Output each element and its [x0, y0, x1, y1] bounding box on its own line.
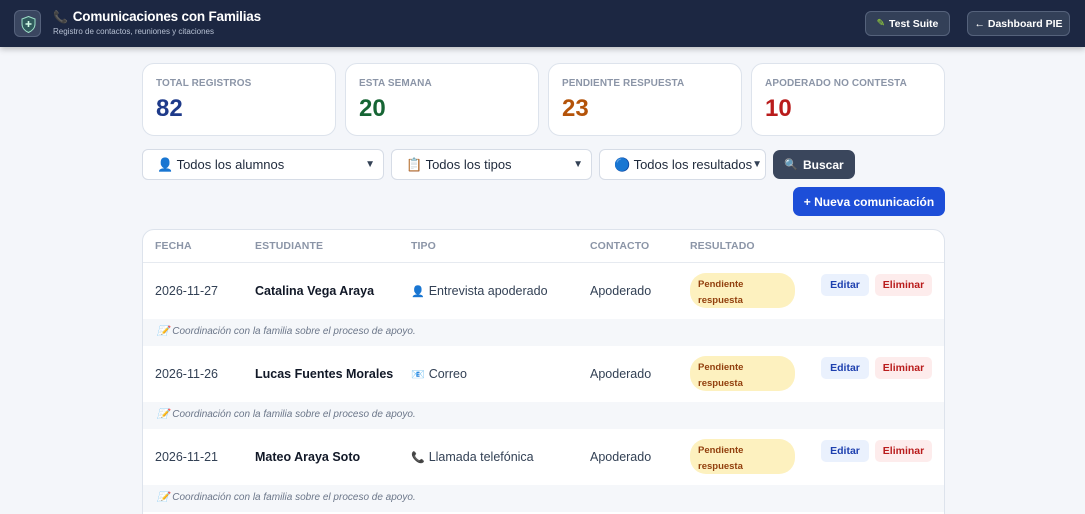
row-student: Catalina Vega Araya [255, 284, 375, 298]
email-icon: 📧 [411, 369, 425, 381]
column-header-result: RESULTADO [690, 240, 755, 252]
communications-table: FECHA ESTUDIANTE TIPO CONTACTO RESULTADO… [142, 229, 945, 514]
top-bar: 📞 Comunicaciones con Familias Registro d… [0, 0, 1085, 47]
column-header-contact: CONTACTO [590, 240, 650, 252]
status-badge-line1: Pendiente [698, 279, 744, 290]
delete-button[interactable]: Eliminar [875, 357, 932, 379]
phone-icon: 📞 [53, 9, 68, 24]
table-row: 2026-11-21 Mateo Araya Soto 📞 Llamada tel… [143, 429, 944, 485]
page-subtitle: Registro de contactos, reuniones y citac… [53, 27, 214, 36]
row-type-label: Correo [428, 367, 467, 381]
stat-label: PENDIENTE RESPUESTA [562, 78, 685, 89]
row-type: 📞 Llamada telefónica [411, 450, 534, 464]
chevron-down-icon: ▼ [365, 159, 375, 170]
student-filter-value: 👤 Todos los alumnos [157, 156, 285, 172]
row-type-label: Llamada telefónica [428, 450, 534, 464]
row-note-text: 📝 Coordinación con la familia sobre el p… [157, 409, 416, 420]
app-logo [14, 10, 41, 37]
page-title-text: Comunicaciones con Familias [72, 9, 261, 24]
test-suite-label: Test Suite [888, 17, 939, 30]
edit-button[interactable]: Editar [821, 440, 869, 462]
row-note-text: 📝 Coordinación con la familia sobre el p… [157, 326, 416, 337]
result-filter-select[interactable]: 🔵 Todos los resultados ▼ [599, 149, 766, 180]
delete-button[interactable]: Eliminar [875, 274, 932, 296]
row-contact: Apoderado [590, 367, 652, 381]
edit-button[interactable]: Editar [821, 357, 869, 379]
status-badge-line2: respuesta [698, 295, 743, 306]
search-button-label: Buscar [803, 157, 844, 172]
pencil-icon: ✎ [876, 18, 885, 29]
row-student: Lucas Fuentes Morales [255, 367, 394, 381]
status-badge-line2: respuesta [698, 461, 743, 472]
type-filter-value: 📋 Todos los tipos [406, 156, 512, 172]
edit-button[interactable]: Editar [821, 274, 869, 296]
shield-icon [21, 16, 36, 33]
test-suite-button[interactable]: ✎ Test Suite [865, 11, 950, 36]
chevron-down-icon: ▼ [752, 159, 762, 170]
status-badge-line2: respuesta [698, 378, 743, 389]
search-icon: 🔍 [784, 159, 798, 171]
result-filter-value: 🔵 Todos los resultados [614, 156, 753, 172]
dashboard-pie-button[interactable]: ← Dashboard PIE [967, 11, 1070, 36]
row-student: Mateo Araya Soto [255, 450, 361, 464]
status-badge: Pendiente respuesta [690, 273, 795, 308]
search-button[interactable]: 🔍 Buscar [773, 150, 855, 179]
stat-label: TOTAL REGISTROS [156, 78, 252, 89]
column-header-type: TIPO [411, 240, 436, 252]
status-badge-line1: Pendiente [698, 362, 744, 373]
row-contact: Apoderado [590, 450, 652, 464]
row-date: 2026-11-27 [155, 284, 219, 298]
column-header-date: FECHA [155, 240, 192, 252]
status-badge: Pendiente respuesta [690, 439, 795, 474]
row-type: 📧 Correo [411, 367, 467, 381]
chevron-down-icon: ▼ [573, 159, 583, 170]
page-title: 📞 Comunicaciones con Familias [53, 9, 261, 24]
stat-card-no-answer: APODERADO NO CONTESTA 10 [751, 63, 945, 136]
row-note: 📝 Coordinación con la familia sobre el p… [143, 485, 944, 512]
status-badge-line1: Pendiente [698, 445, 744, 456]
stat-label: APODERADO NO CONTESTA [765, 78, 907, 89]
table-row: 2026-11-26 Lucas Fuentes Morales 📧 Correo… [143, 346, 944, 402]
stat-value: 82 [156, 95, 183, 122]
row-date: 2026-11-21 [155, 450, 219, 464]
stat-value: 20 [359, 95, 386, 122]
stat-card-pending: PENDIENTE RESPUESTA 23 [548, 63, 742, 136]
person-icon: 👤 [411, 286, 425, 298]
stat-value: 10 [765, 95, 792, 122]
table-row: 2026-11-27 Catalina Vega Araya 👤 Entrevis… [143, 263, 944, 319]
row-date: 2026-11-26 [155, 367, 219, 381]
row-contact: Apoderado [590, 284, 652, 298]
type-filter-select[interactable]: 📋 Todos los tipos ▼ [391, 149, 592, 180]
stat-card-week: ESTA SEMANA 20 [345, 63, 539, 136]
stat-card-total: TOTAL REGISTROS 82 [142, 63, 336, 136]
status-badge: Pendiente respuesta [690, 356, 795, 391]
column-header-student: ESTUDIANTE [255, 240, 324, 252]
delete-button[interactable]: Eliminar [875, 440, 932, 462]
stat-value: 23 [562, 95, 589, 122]
row-note: 📝 Coordinación con la familia sobre el p… [143, 319, 944, 346]
row-type-label: Entrevista apoderado [428, 284, 548, 298]
stat-label: ESTA SEMANA [359, 78, 432, 89]
new-communication-button[interactable]: + Nueva comunicación [793, 187, 945, 216]
row-note: 📝 Coordinación con la familia sobre el p… [143, 402, 944, 429]
header-title-group: 📞 Comunicaciones con Familias Registro d… [53, 9, 261, 36]
row-note-text: 📝 Coordinación con la familia sobre el p… [157, 492, 416, 503]
student-filter-select[interactable]: 👤 Todos los alumnos ▼ [142, 149, 384, 180]
row-type: 👤 Entrevista apoderado [411, 284, 548, 298]
phone-icon: 📞 [411, 452, 425, 464]
